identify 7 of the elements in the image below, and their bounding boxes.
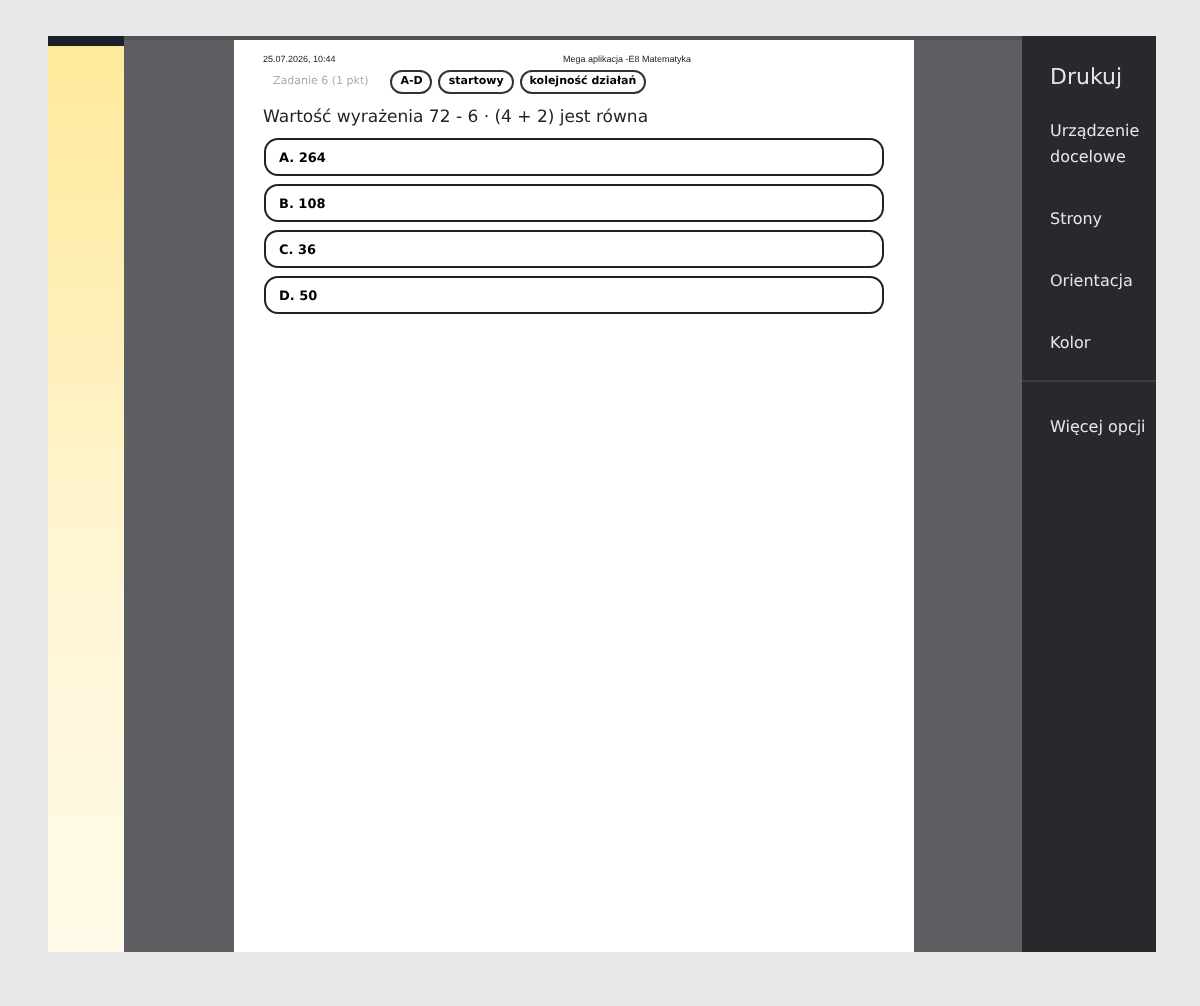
panel-item[interactable]: Urządzenie docelowe (1050, 118, 1156, 170)
panel-item[interactable]: Strony (1050, 206, 1156, 232)
panel-item[interactable]: Orientacja (1050, 268, 1156, 294)
panel-item[interactable]: Kolor (1050, 330, 1156, 356)
more-options-link[interactable]: Więcej opcji (1050, 414, 1156, 440)
panel-title: Drukuj (1050, 64, 1125, 90)
question-text: Wartość wyrażenia 72 - 6 · (4 + 2) jest równa (263, 108, 651, 128)
